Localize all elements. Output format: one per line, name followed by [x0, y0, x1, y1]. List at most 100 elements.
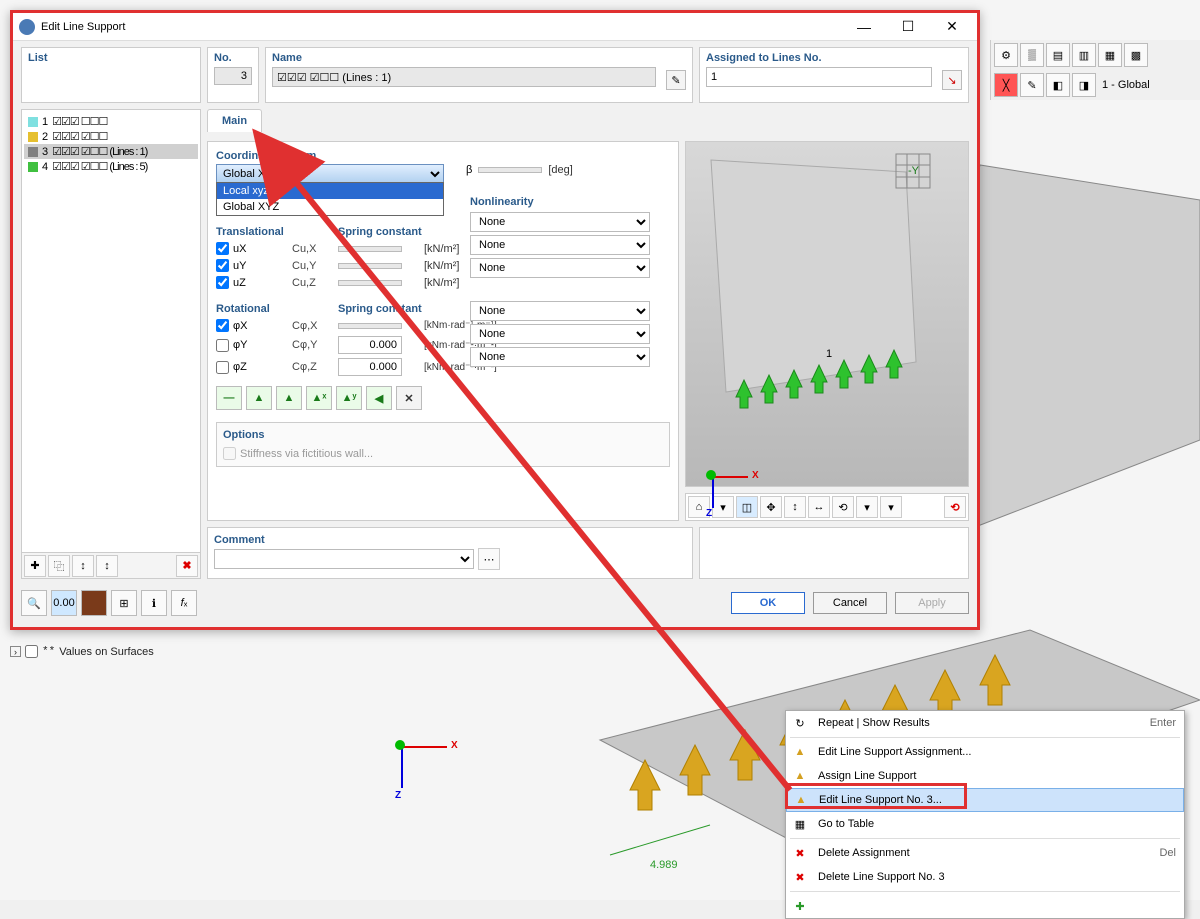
assigned-input[interactable]	[706, 67, 932, 87]
uy-checkbox[interactable]	[216, 259, 229, 272]
phiy-checkbox[interactable]	[216, 339, 229, 352]
tab-main[interactable]: Main	[207, 109, 262, 132]
ux-spring-input[interactable]	[338, 246, 402, 252]
support-list[interactable]: 1☑☑☑ ☐☐☐ 2☑☑☑ ☑☐☐ 3☑☑☑ ☑☐☐ (Lines : 1) 4…	[21, 109, 201, 553]
list-item-4[interactable]: 4☑☑☑ ☑☐☐ (Lines : 5)	[24, 159, 198, 174]
preview-toolbar: ⌂ ▾ ◫ ✥ ↕ ↔ ⟲ ▾ ▾ ⟲	[685, 493, 969, 521]
comment-select[interactable]	[214, 549, 474, 569]
ctx-assign[interactable]: ▲ Assign Line Support	[786, 764, 1184, 788]
titlebar[interactable]: Edit Line Support — ☐ ✕	[13, 13, 977, 41]
toolbar-btn-2[interactable]: ▒	[1020, 43, 1044, 67]
ctx-repeat[interactable]: ↻ Repeat | Show Results Enter	[786, 711, 1184, 735]
phiy-nonlinearity[interactable]: None	[470, 324, 650, 344]
toolbar-btn-6[interactable]: ▩	[1124, 43, 1148, 67]
phix-checkbox[interactable]	[216, 319, 229, 332]
pv-btn-6[interactable]: ↔	[808, 496, 830, 518]
phiz-spring-input[interactable]: 0.000	[338, 358, 402, 376]
ctx-goto-table[interactable]: ▦ Go to Table	[786, 812, 1184, 836]
list-new-button[interactable]: ✚	[24, 555, 46, 577]
toolbar-btn-8[interactable]: ✎	[1020, 73, 1044, 97]
toolbar-btn-4[interactable]: ▥	[1072, 43, 1096, 67]
ctx-more[interactable]: ✚	[786, 894, 1184, 918]
list-copy-button[interactable]: ⿻	[48, 555, 70, 577]
preset-6[interactable]: ◀	[366, 386, 392, 410]
toolbar-btn-7[interactable]: ╳	[994, 73, 1018, 97]
preview-viewport[interactable]: 1 -Y X	[685, 141, 969, 487]
uz-checkbox[interactable]	[216, 276, 229, 289]
pv-btn-3[interactable]: ◫	[736, 496, 758, 518]
beta-input[interactable]	[478, 167, 542, 173]
pv-btn-5[interactable]: ↕	[784, 496, 806, 518]
tree-checkbox[interactable]	[25, 645, 38, 658]
toolbar-btn-10[interactable]: ◨	[1072, 73, 1096, 97]
pv-btn-9[interactable]: ▾	[880, 496, 902, 518]
close-button[interactable]: ✕	[937, 17, 967, 37]
expand-icon[interactable]: ›	[10, 646, 21, 657]
coord-option-local[interactable]: Local xyz	[217, 183, 443, 199]
toolbar-btn-3[interactable]: ▤	[1046, 43, 1070, 67]
preset-toolbar: — ▲ ▲ ▲ˣ ▲ʸ ◀ ✕	[216, 386, 670, 410]
preset-1[interactable]: —	[216, 386, 242, 410]
list-item-2[interactable]: 2☑☑☑ ☑☐☐	[24, 129, 198, 144]
phix-spring-input[interactable]	[338, 323, 402, 329]
list-sort2-button[interactable]: ↕	[96, 555, 118, 577]
help-button[interactable]: 🔍	[21, 590, 47, 616]
rotational-header: Rotational	[216, 303, 286, 315]
coord-system-select[interactable]: Global XYZ	[216, 164, 444, 184]
name-input[interactable]	[272, 67, 656, 87]
global-combo[interactable]: 1 - Global	[1098, 73, 1197, 97]
ctx-delete-assignment[interactable]: ✖ Delete Assignment Del	[786, 841, 1184, 865]
units-button[interactable]: 0.00	[51, 590, 77, 616]
uy-nonlinearity[interactable]: None	[470, 235, 650, 255]
name-edit-button[interactable]: ✎	[666, 70, 686, 90]
stiffness-label: Stiffness via fictitious wall...	[240, 448, 373, 460]
ux-checkbox[interactable]	[216, 242, 229, 255]
ctx-edit-support-no[interactable]: ▲ Edit Line Support No. 3...	[786, 788, 1184, 812]
no-input[interactable]	[214, 67, 252, 85]
list-sort1-button[interactable]: ↕	[72, 555, 94, 577]
toolbar-btn-1[interactable]: ⚙	[994, 43, 1018, 67]
color-button[interactable]	[81, 590, 107, 616]
list-delete-button[interactable]: ✖	[176, 555, 198, 577]
phiz-nonlinearity[interactable]: None	[470, 347, 650, 367]
ctx-delete-support[interactable]: ✖ Delete Line Support No. 3	[786, 865, 1184, 889]
uz-nonlinearity[interactable]: None	[470, 258, 650, 278]
preset-7[interactable]: ✕	[396, 386, 422, 410]
coord-button[interactable]: ⊞	[111, 590, 137, 616]
phix-nonlinearity[interactable]: None	[470, 301, 650, 321]
pv-btn-reset[interactable]: ⟲	[944, 496, 966, 518]
pv-btn-8[interactable]: ▾	[856, 496, 878, 518]
coord-option-global[interactable]: Global XYZ	[217, 199, 443, 215]
preset-2[interactable]: ▲	[246, 386, 272, 410]
uy-spring-input[interactable]	[338, 263, 402, 269]
maximize-button[interactable]: ☐	[893, 17, 923, 37]
fx-button[interactable]: fₓ	[171, 590, 197, 616]
uz-spring-input[interactable]	[338, 280, 402, 286]
ctx-edit-assignment[interactable]: ▲ Edit Line Support Assignment...	[786, 740, 1184, 764]
ok-button[interactable]: OK	[731, 592, 805, 614]
toolbar-btn-9[interactable]: ◧	[1046, 73, 1070, 97]
cancel-button[interactable]: Cancel	[813, 592, 887, 614]
pick-lines-button[interactable]: ↘	[942, 70, 962, 90]
info-button[interactable]: ℹ	[141, 590, 167, 616]
context-menu: ↻ Repeat | Show Results Enter ▲ Edit Lin…	[785, 710, 1185, 919]
pv-btn-2[interactable]: ▾	[712, 496, 734, 518]
minimize-button[interactable]: —	[849, 17, 879, 37]
coord-dropdown-list[interactable]: Local xyz Global XYZ	[216, 182, 444, 216]
preset-3[interactable]: ▲	[276, 386, 302, 410]
list-item-3[interactable]: 3☑☑☑ ☑☐☐ (Lines : 1)	[24, 144, 198, 159]
ux-nonlinearity[interactable]: None	[470, 212, 650, 232]
apply-button[interactable]: Apply	[895, 592, 969, 614]
preset-5[interactable]: ▲ʸ	[336, 386, 362, 410]
assigned-header: Assigned to Lines No.	[706, 52, 962, 64]
toolbar-btn-5[interactable]: ▦	[1098, 43, 1122, 67]
pv-btn-4[interactable]: ✥	[760, 496, 782, 518]
translational-header: Translational	[216, 226, 286, 238]
phiy-spring-input[interactable]: 0.000	[338, 336, 402, 354]
phiz-checkbox[interactable]	[216, 361, 229, 374]
preset-4[interactable]: ▲ˣ	[306, 386, 332, 410]
pv-btn-7[interactable]: ⟲	[832, 496, 854, 518]
tree-item-values-on-surfaces[interactable]: › ** Values on Surfaces	[10, 645, 154, 658]
comment-pick-button[interactable]: ⋯	[478, 548, 500, 570]
list-item-1[interactable]: 1☑☑☑ ☐☐☐	[24, 114, 198, 129]
